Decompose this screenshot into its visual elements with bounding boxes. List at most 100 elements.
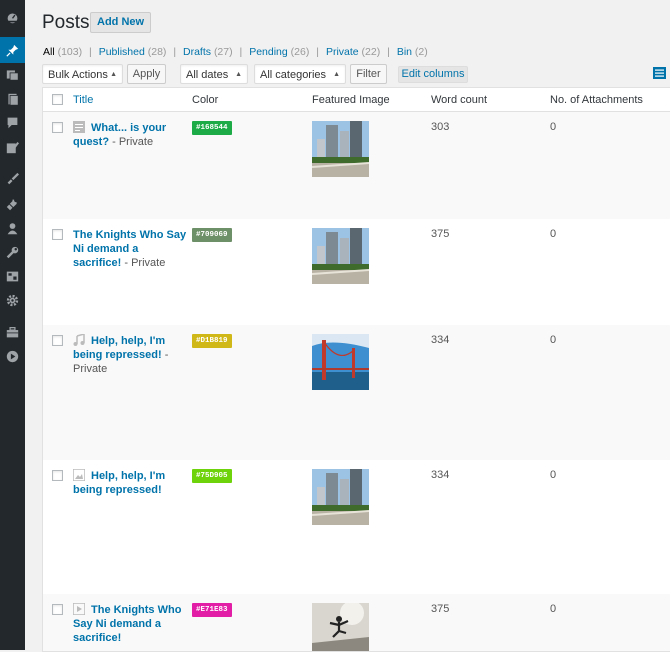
column-word-count-header: Word count (431, 94, 488, 106)
column-color-header: Color (192, 94, 219, 106)
pages-icon[interactable] (4, 91, 21, 108)
post-title-cell: What... is your quest? - Private (73, 121, 188, 149)
main-content: Posts Add New All (103) | Published (28)… (25, 0, 670, 652)
post-title-link[interactable]: The Knights Who Say Ni demand a sacrific… (73, 604, 181, 644)
table-header: Title Color Featured Image Word count No… (43, 88, 670, 112)
word-count: 334 (431, 469, 450, 481)
attachments-count: 0 (550, 228, 557, 240)
chevron-updown-icon: ▲ (110, 71, 117, 78)
posts-icon[interactable] (0, 37, 25, 63)
filter-bin-link[interactable]: Bin (397, 46, 412, 58)
filter-drafts-link[interactable]: Drafts (183, 46, 211, 58)
post-status: - Private (109, 136, 154, 148)
toolbox-icon[interactable] (4, 324, 21, 341)
featured-image-jumping-person[interactable] (312, 603, 369, 651)
post-status: - Private (121, 257, 166, 269)
featured-image-city-park[interactable] (312, 121, 369, 177)
comments-icon[interactable] (4, 114, 21, 131)
categories-select[interactable]: All categories ▲ (254, 64, 346, 84)
attachments-count: 0 (550, 121, 557, 133)
word-count: 334 (431, 334, 450, 346)
feedback-icon[interactable] (4, 139, 21, 156)
filter-private-count: (22) (361, 46, 381, 58)
row-checkbox[interactable] (52, 604, 63, 615)
post-title-cell: The Knights Who Say Ni demand a sacrific… (73, 603, 188, 645)
tools-icon[interactable] (4, 244, 21, 261)
select-all-checkbox[interactable] (52, 94, 63, 105)
post-title-cell: The Knights Who Say Ni demand a sacrific… (73, 228, 188, 270)
color-badge: #E71E83 (192, 603, 232, 617)
featured-image-city-park[interactable] (312, 469, 369, 525)
list-view-icon[interactable] (653, 66, 666, 79)
filter-published-link[interactable]: Published (99, 46, 145, 58)
post-title-cell: Help, help, I'm being repressed! - Priva… (73, 334, 188, 376)
post-title-cell: Help, help, I'm being repressed! (73, 469, 188, 497)
appearance-icon[interactable] (4, 170, 21, 187)
settings-icon[interactable] (4, 268, 21, 285)
standard-post-icon (73, 121, 85, 133)
apply-button[interactable]: Apply (127, 64, 166, 84)
filter-separator: | (387, 46, 390, 58)
dates-select[interactable]: All dates ▲ (180, 64, 248, 84)
bulk-actions-select[interactable]: Bulk Actions ▲ (42, 64, 123, 84)
row-checkbox[interactable] (52, 335, 63, 346)
admin-sidebar (0, 0, 25, 650)
dashboard-icon[interactable] (4, 9, 21, 26)
filter-separator: | (89, 46, 92, 58)
filter-published-count: (28) (147, 46, 167, 58)
edit-columns-button[interactable]: Edit columns (398, 66, 468, 83)
row-checkbox[interactable] (52, 122, 63, 133)
filter-drafts-count: (27) (213, 46, 233, 58)
word-count: 375 (431, 603, 450, 615)
status-filter-links: All (103) | Published (28) | Drafts (27)… (43, 46, 428, 58)
posts-table: Title Color Featured Image Word count No… (42, 87, 670, 652)
row-checkbox[interactable] (52, 470, 63, 481)
column-attachments-header: No. of Attachments (550, 94, 643, 106)
users-icon[interactable] (4, 220, 21, 237)
filter-private-link[interactable]: Private (326, 46, 359, 58)
table-row: The Knights Who Say Ni demand a sacrific… (43, 594, 670, 651)
table-row: Help, help, I'm being repressed! #75D905… (43, 460, 670, 594)
play-icon[interactable] (4, 348, 21, 365)
media-icon[interactable] (4, 66, 21, 83)
plugins-icon[interactable] (4, 196, 21, 213)
video-icon (73, 603, 85, 615)
word-count: 303 (431, 121, 450, 133)
post-title-link[interactable]: Help, help, I'm being repressed! (73, 335, 165, 361)
filter-pending-link[interactable]: Pending (249, 46, 288, 58)
filter-separator: | (239, 46, 243, 58)
chevron-updown-icon: ▲ (333, 71, 340, 78)
dates-value: All dates (186, 69, 229, 81)
table-row: Help, help, I'm being repressed! - Priva… (43, 325, 670, 460)
word-count: 375 (431, 228, 450, 240)
table-row: What... is your quest? - Private #168544… (43, 112, 670, 219)
categories-value: All categories (260, 69, 327, 81)
color-badge: #168544 (192, 121, 232, 135)
filter-bin-count: (2) (414, 46, 428, 58)
color-badge: #709069 (192, 228, 232, 242)
bulk-actions-value: Bulk Actions (48, 69, 108, 81)
page-title: Posts (42, 12, 90, 33)
column-featured-image-header: Featured Image (312, 94, 390, 106)
filter-separator: | (316, 46, 320, 58)
color-badge: #D1B819 (192, 334, 232, 348)
filter-all-link[interactable]: All (43, 46, 55, 58)
filter-separator: | (173, 46, 177, 58)
filter-all-count: (103) (57, 46, 83, 58)
featured-image-city-park[interactable] (312, 228, 369, 284)
filter-pending-count: (26) (290, 46, 310, 58)
filter-button[interactable]: Filter (350, 64, 387, 84)
row-checkbox[interactable] (52, 229, 63, 240)
music-icon (73, 334, 85, 346)
attachments-count: 0 (550, 334, 557, 346)
color-badge: #75D905 (192, 469, 232, 483)
add-new-button[interactable]: Add New (90, 12, 152, 33)
featured-image-golden-gate-bridge[interactable] (312, 334, 369, 390)
table-row: The Knights Who Say Ni demand a sacrific… (43, 219, 670, 325)
post-title-link[interactable]: Help, help, I'm being repressed! (73, 470, 165, 496)
attachments-count: 0 (550, 469, 557, 481)
column-title-header[interactable]: Title (73, 94, 93, 106)
chevron-updown-icon: ▲ (235, 71, 242, 78)
gear-icon[interactable] (4, 292, 21, 309)
attachments-count: 0 (550, 603, 557, 615)
